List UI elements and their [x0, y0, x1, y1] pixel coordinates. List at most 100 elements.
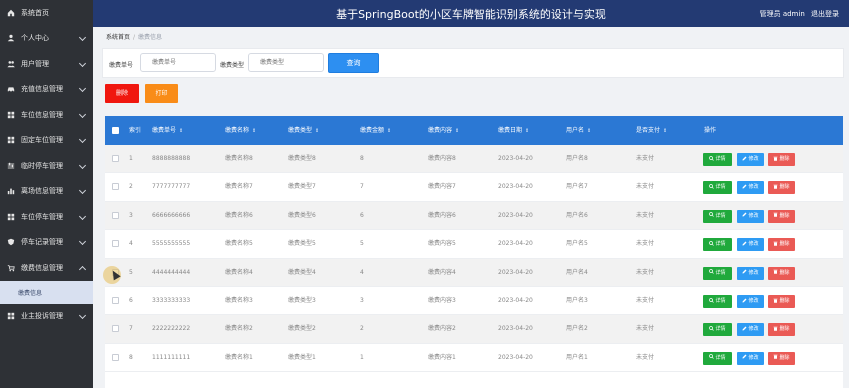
detail-button[interactable]: 详情: [703, 238, 732, 252]
sort-icon[interactable]: ⇕: [455, 128, 459, 134]
sort-icon[interactable]: ⇕: [315, 128, 319, 134]
column-header-5[interactable]: 缴费内容 ⇕: [428, 116, 459, 145]
search-label-type: 缴费类型: [220, 62, 245, 69]
column-header-1[interactable]: 缴费单号 ⇕: [152, 116, 183, 145]
sort-icon[interactable]: ⇕: [587, 128, 591, 134]
sidebar-item-label: 车位信息管理: [21, 110, 63, 119]
detail-button[interactable]: 详情: [703, 209, 732, 223]
query-button[interactable]: 查询: [328, 53, 379, 73]
trash-icon: [773, 326, 778, 331]
detail-button[interactable]: 详情: [703, 266, 732, 280]
sidebar-item-9[interactable]: 停车记录管理: [0, 230, 93, 256]
delete-button[interactable]: 删除: [768, 238, 795, 252]
sidebar-item-label: 个人中心: [21, 34, 49, 43]
sidebar-item-5[interactable]: 固定车位管理: [0, 128, 93, 154]
edit-button[interactable]: 修改: [737, 266, 764, 280]
edit-button[interactable]: 修改: [737, 153, 764, 166]
delete-label: 删除: [779, 184, 790, 191]
edit-button[interactable]: 修改: [737, 181, 764, 195]
cell-type: 缴费类型3: [288, 297, 316, 304]
search-input-type[interactable]: [248, 53, 324, 72]
row-checkbox[interactable]: [112, 155, 119, 162]
edit-icon: [742, 269, 747, 274]
edit-button[interactable]: 修改: [737, 351, 764, 365]
cell-no: 5555555555: [152, 240, 191, 248]
sidebar-item-7[interactable]: 离场信息管理: [0, 179, 93, 205]
detail-button[interactable]: 详情: [703, 153, 732, 166]
cell-date: 2023-04-20: [498, 353, 533, 361]
delete-button[interactable]: 删除: [768, 266, 795, 280]
row-checkbox[interactable]: [112, 297, 119, 304]
sidebar-item-3[interactable]: 充值信息管理: [0, 77, 93, 103]
sidebar-item-8[interactable]: 车位停车管理: [0, 204, 93, 230]
home-icon: [6, 8, 15, 17]
detail-button[interactable]: 详情: [703, 295, 732, 308]
bar-chart-icon: [6, 187, 15, 196]
detail-button[interactable]: 详情: [703, 323, 732, 337]
grid-icon: [6, 110, 15, 119]
delete-button[interactable]: 删除: [768, 153, 795, 166]
delete-button[interactable]: 删除: [768, 209, 795, 223]
edit-button[interactable]: 修改: [737, 295, 764, 308]
column-header-7[interactable]: 用户名 ⇕: [566, 116, 591, 145]
grid-icon: [6, 312, 15, 321]
cell-user: 用户名6: [566, 211, 588, 219]
row-checkbox[interactable]: [112, 353, 119, 361]
cell-date: 2023-04-20: [498, 211, 533, 219]
cell-type: 缴费类型2: [288, 325, 316, 333]
column-header-6[interactable]: 缴费日期 ⇕: [498, 116, 529, 145]
detail-button[interactable]: 详情: [703, 181, 732, 195]
cell-index: 7: [129, 325, 133, 333]
sidebar-item-6[interactable]: 临时停车管理: [0, 153, 93, 179]
chevron-down-icon: [78, 238, 87, 246]
sort-icon[interactable]: ⇕: [179, 128, 183, 134]
delete-button[interactable]: 删除: [768, 181, 795, 195]
logout-link[interactable]: 退出登录: [811, 10, 839, 18]
sidebar-item-11[interactable]: 业主投诉管理: [0, 304, 93, 330]
grid-icon: [6, 136, 15, 145]
cell-type: 缴费类型4: [288, 268, 316, 276]
edit-label: 修改: [748, 241, 759, 248]
sidebar-subitem-payment-info[interactable]: 缴费信息: [0, 280, 93, 304]
sort-icon[interactable]: ⇕: [525, 128, 529, 134]
sidebar-item-10[interactable]: 缴费信息管理: [0, 255, 93, 281]
delete-button[interactable]: 删除: [768, 323, 795, 337]
cell-index: 1: [129, 155, 133, 162]
sidebar-item-1[interactable]: 个人中心: [0, 26, 93, 52]
batch-delete-button[interactable]: 删除: [105, 84, 139, 103]
sidebar-item-2[interactable]: 用户管理: [0, 51, 93, 77]
sort-icon[interactable]: ⇕: [387, 128, 391, 134]
sort-icon[interactable]: ⇕: [663, 128, 667, 134]
edit-button[interactable]: 修改: [737, 209, 764, 223]
edit-button[interactable]: 修改: [737, 323, 764, 337]
delete-label: 删除: [779, 298, 790, 304]
print-button[interactable]: 打印: [145, 84, 178, 103]
detail-button[interactable]: 详情: [703, 351, 732, 365]
delete-button[interactable]: 删除: [768, 351, 795, 365]
column-header-0: 索引: [129, 116, 141, 145]
column-header-3[interactable]: 缴费类型 ⇕: [288, 116, 319, 145]
delete-button[interactable]: 删除: [768, 295, 795, 308]
table-row: 1 8888888888 缴费名称8 缴费类型8 8 缴费内容8 2023-04-20 用户名…: [105, 145, 843, 174]
sidebar-item-0[interactable]: 系统首页: [0, 0, 93, 26]
column-header-2[interactable]: 缴费名称 ⇕: [225, 116, 256, 145]
column-header-8[interactable]: 是否支付 ⇕: [636, 116, 667, 145]
row-checkbox[interactable]: [112, 240, 119, 248]
edit-button[interactable]: 修改: [737, 238, 764, 252]
cell-content: 缴费内容4: [428, 268, 456, 276]
row-checkbox[interactable]: [112, 183, 119, 191]
row-checkbox[interactable]: [112, 211, 119, 219]
column-header-4[interactable]: 缴费金额 ⇕: [360, 116, 391, 145]
breadcrumb-home[interactable]: 系统首页: [106, 34, 130, 41]
row-checkbox[interactable]: [112, 325, 119, 333]
table-row: 6 3333333333 缴费名称3 缴费类型3 3 缴费内容3 2023-04-20 用户名…: [105, 287, 843, 316]
cell-content: 缴费内容5: [428, 240, 456, 248]
sort-icon[interactable]: ⇕: [252, 128, 256, 134]
sidebar-item-4[interactable]: 车位信息管理: [0, 102, 93, 128]
column-header-label: 用户名: [566, 127, 585, 134]
delete-label: 删除: [779, 269, 790, 276]
table-row: 3 6666666666 缴费名称6 缴费类型6 6 缴费内容6 2023-04-20 用户名…: [105, 201, 843, 231]
edit-icon: [742, 354, 747, 359]
search-input-number[interactable]: [140, 53, 216, 72]
select-all-checkbox[interactable]: [112, 127, 119, 134]
